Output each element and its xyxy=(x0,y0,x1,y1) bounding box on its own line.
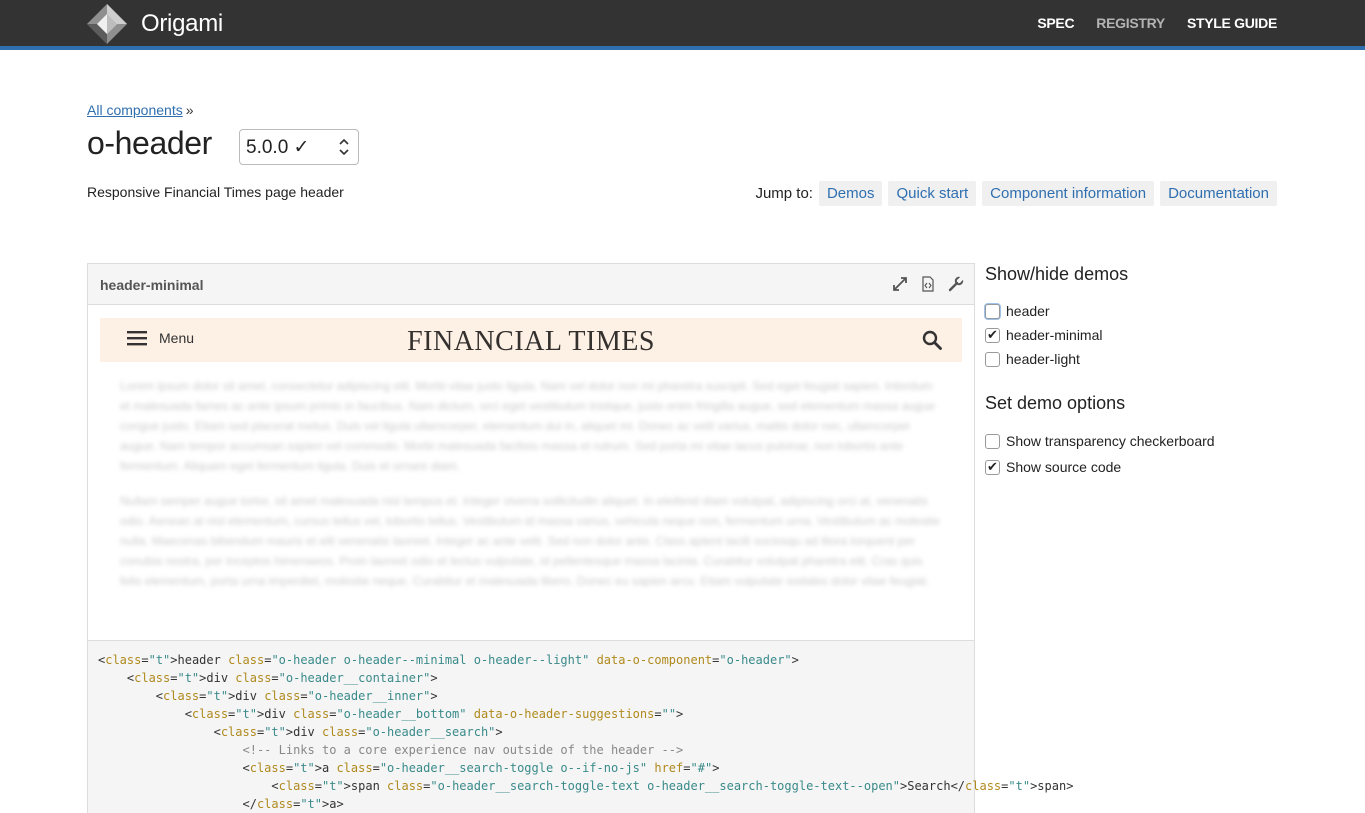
demo-panel-header: header-minimal xyxy=(88,264,974,305)
demo-toggle-header-light[interactable]: header-light xyxy=(985,347,1285,371)
select-arrows-icon xyxy=(339,138,349,156)
expand-icon[interactable] xyxy=(892,276,908,292)
demo-panel: header-minimal Menu FINANCIAL TIMES Lore… xyxy=(87,263,1074,813)
demo-options-sidebar: Show/hide demos header ✔ header-minimal … xyxy=(985,264,1285,480)
checkbox-label: header-minimal xyxy=(1006,327,1103,343)
code-line: <!-- Links to a core experience nav outs… xyxy=(98,743,684,757)
code-line: <class="t">header class="o-header o-head… xyxy=(98,653,799,667)
demo-tools xyxy=(892,276,964,292)
checkbox[interactable] xyxy=(985,351,1000,367)
lorem-paragraph-1: Lorem ipsum dolor sit amet, consectetur … xyxy=(120,379,936,473)
show-hide-demos-heading: Show/hide demos xyxy=(985,264,1129,284)
nav-link-style-guide[interactable]: STYLE GUIDE xyxy=(1187,15,1277,31)
version-select[interactable]: 5.0.0 ✓ xyxy=(239,129,359,165)
check-icon: ✔ xyxy=(987,458,998,474)
code-line: <class="t">a class="o-header__search-tog… xyxy=(98,761,720,775)
wrench-icon[interactable] xyxy=(948,276,964,292)
checkbox-label: Show transparency checkerboard xyxy=(1006,433,1215,449)
code-line: </class="t">a> xyxy=(98,797,344,811)
checkbox[interactable]: ✔ xyxy=(985,326,1000,343)
breadcrumb-all-components-link[interactable]: All components xyxy=(87,102,183,118)
checkbox[interactable] xyxy=(985,303,1000,319)
ft-header-demo: Menu FINANCIAL TIMES xyxy=(100,318,962,362)
checkbox[interactable] xyxy=(985,433,1000,449)
code-line: <class="t">span class="o-header__search-… xyxy=(98,779,1074,793)
nav-link-registry[interactable]: REGISTRY xyxy=(1096,15,1165,31)
code-line: <class="t">div class="o-header__containe… xyxy=(98,671,438,685)
breadcrumb-separator: » xyxy=(185,102,194,118)
lorem-paragraph-2: Nullam semper augue tortor, sit amet mal… xyxy=(120,494,940,588)
jump-link-demos[interactable]: Demos xyxy=(818,181,883,206)
version-select-value: 5.0.0 ✓ xyxy=(246,137,310,158)
checkbox-label: header-light xyxy=(1006,351,1080,367)
component-description: Responsive Financial Times page header xyxy=(87,184,344,200)
option-show-source-code[interactable]: ✔ Show source code xyxy=(985,454,1285,480)
checkbox[interactable]: ✔ xyxy=(985,458,1000,475)
top-navbar: Origami SPEC REGISTRY STYLE GUIDE xyxy=(0,0,1365,50)
brand[interactable]: Origami xyxy=(87,4,223,44)
code-line: <class="t">div class="o-header__inner"> xyxy=(98,689,438,703)
search-icon[interactable] xyxy=(922,330,942,350)
origami-logo-icon xyxy=(87,4,127,44)
nav-link-spec[interactable]: SPEC xyxy=(1037,15,1074,31)
demo-toggle-header-minimal[interactable]: ✔ header-minimal xyxy=(985,323,1285,347)
page-title: o-header xyxy=(87,125,212,161)
code-line: <class="t">div class="o-header__search"> xyxy=(98,725,503,739)
demo-toggle-header[interactable]: header xyxy=(985,299,1285,323)
top-nav-links: SPEC REGISTRY STYLE GUIDE xyxy=(1037,15,1277,31)
checkbox-label: Show source code xyxy=(1006,459,1122,475)
brand-name: Origami xyxy=(141,10,223,37)
source-code-block: <class="t">header class="o-header o-head… xyxy=(88,640,1074,813)
option-transparency-checkerboard[interactable]: Show transparency checkerboard xyxy=(985,428,1285,454)
check-icon: ✔ xyxy=(987,326,998,342)
breadcrumb: All components» xyxy=(87,102,194,118)
jump-link-documentation[interactable]: Documentation xyxy=(1160,181,1277,206)
jump-link-component-information[interactable]: Component information xyxy=(982,181,1155,206)
code-line: <class="t">div class="o-header__bottom" … xyxy=(98,707,684,721)
set-demo-options-heading: Set demo options xyxy=(985,393,1126,413)
jump-to-label: Jump to: xyxy=(755,185,813,202)
ft-logo[interactable]: FINANCIAL TIMES xyxy=(100,326,962,358)
jump-to-nav: Jump to: Demos Quick start Component inf… xyxy=(755,181,1277,206)
jump-link-quick-start[interactable]: Quick start xyxy=(888,181,977,206)
demo-name: header-minimal xyxy=(100,277,204,293)
checkbox-label: header xyxy=(1006,303,1050,319)
source-file-icon[interactable] xyxy=(920,276,936,292)
